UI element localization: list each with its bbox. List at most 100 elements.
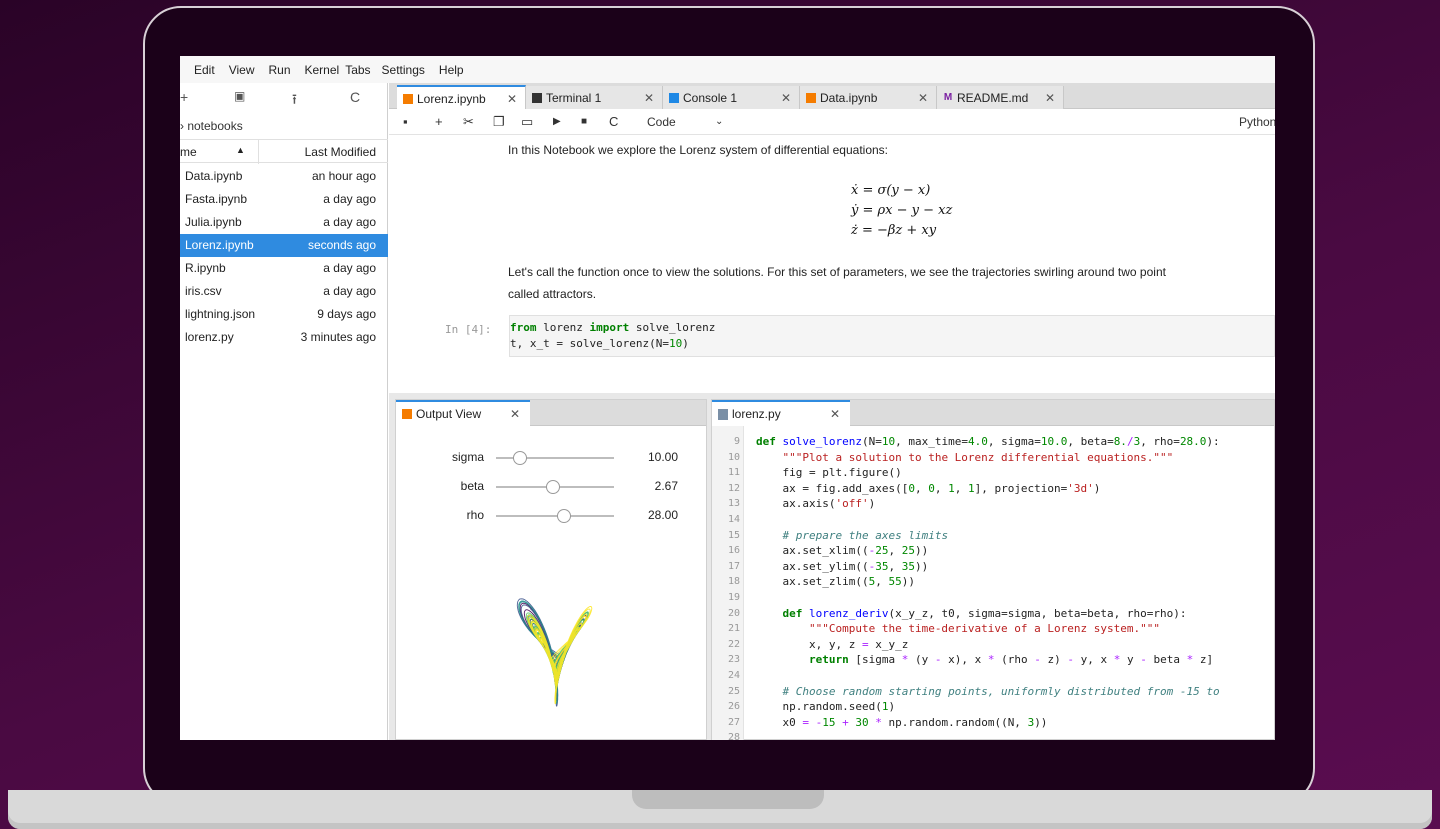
code-token: )) (914, 544, 929, 558)
slider-label: beta (460, 479, 484, 493)
code-token: x_y_z (868, 637, 909, 651)
tab-terminal[interactable]: Terminal 1 ✕ (526, 86, 663, 109)
file-row[interactable]: Fasta.ipynb a day ago (180, 188, 388, 211)
code-line: ax.set_xlim((-25, 25)) (756, 544, 928, 557)
menu-tabs[interactable]: Tabs (345, 63, 370, 77)
code-token: , (888, 559, 902, 573)
line-number: 25 (727, 685, 740, 697)
slider-sigma[interactable]: sigma 10.00 (396, 446, 708, 470)
save-icon[interactable]: ▪ (403, 114, 408, 129)
slider-handle[interactable] (512, 451, 527, 465)
file-modified: a day ago (323, 284, 376, 298)
code-line: ax = fig.add_axes([0, 0, 1, 1], projecti… (756, 482, 1100, 495)
file-row[interactable]: R.ipynb a day ago (180, 257, 388, 280)
close-icon[interactable]: ✕ (1045, 91, 1055, 105)
column-name-header[interactable]: me (180, 145, 197, 159)
restart-icon[interactable]: C (609, 114, 618, 129)
refresh-icon[interactable]: C (350, 89, 360, 105)
code-token: , (914, 481, 929, 495)
code-line: return [sigma * (y - x), x * (rho - z) -… (756, 653, 1213, 666)
menu-edit[interactable]: Edit (194, 63, 215, 77)
line-number: 17 (727, 560, 740, 572)
tab-lorenz-notebook[interactable]: Lorenz.ipynb ✕ (397, 85, 526, 110)
line-number: 23 (727, 654, 740, 666)
code-token: , max_time= (895, 435, 968, 448)
code-token: ) (682, 337, 689, 350)
chevron-down-icon[interactable]: ⌄ (715, 116, 723, 127)
paste-icon[interactable]: ▭ (521, 114, 533, 130)
column-modified-header[interactable]: Last Modified (305, 145, 376, 159)
slider-handle[interactable] (545, 480, 560, 494)
jupyterlab-screen: Edit View Run Kernel Tabs Settings Help … (180, 56, 1275, 740)
code-line: # Choose random starting points, uniform… (756, 685, 1220, 698)
insert-cell-icon[interactable]: + (435, 114, 443, 129)
code-cell[interactable]: from lorenz import solve_lorenz t, x_t = … (509, 315, 1275, 357)
sort-ascending-icon[interactable]: ▲ (236, 145, 245, 155)
cut-icon[interactable]: ✂ (463, 114, 474, 130)
close-icon[interactable]: ✕ (507, 92, 517, 106)
tab-data-notebook[interactable]: Data.ipynb ✕ (800, 86, 937, 109)
notebook-icon (806, 92, 816, 103)
menu-run[interactable]: Run (268, 63, 290, 77)
markdown-text-line2: called attractors. (508, 287, 597, 301)
code-token: x), x (941, 653, 988, 667)
close-icon[interactable]: ✕ (510, 407, 520, 421)
menu-kernel[interactable]: Kernel (305, 63, 340, 77)
file-name: Fasta.ipynb (185, 192, 248, 206)
markdown-intro: In this Notebook we explore the Lorenz s… (508, 143, 888, 157)
slider-rho[interactable]: rho 28.00 (396, 504, 708, 528)
line-number: 24 (727, 670, 740, 681)
slider-handle[interactable] (557, 509, 572, 523)
new-folder-icon[interactable]: ▣ (234, 89, 245, 103)
menu-help[interactable]: Help (439, 63, 464, 77)
tab-label: Lorenz.ipynb (417, 91, 486, 106)
close-icon[interactable]: ✕ (918, 91, 928, 105)
code-line: # prepare the axes limits (756, 529, 949, 542)
notebook-icon (402, 409, 412, 419)
code-token: , sigma= (987, 435, 1041, 448)
menu-settings[interactable]: Settings (382, 63, 425, 77)
tab-readme[interactable]: M README.md ✕ (937, 86, 1064, 109)
kernel-name[interactable]: Python (1239, 115, 1275, 129)
code-token: solve_lorenz (629, 321, 716, 334)
markdown-text-line1: Let's call the function once to view the… (508, 265, 1166, 279)
file-row[interactable]: Data.ipynb an hour ago (180, 165, 388, 188)
stop-icon[interactable]: ■ (581, 116, 587, 127)
cell-type-select[interactable]: Code (647, 115, 676, 129)
slider-value: 28.00 (647, 508, 678, 522)
code-token: + (842, 715, 849, 729)
code-token: from (510, 321, 537, 334)
code-token: '3d' (1067, 481, 1094, 495)
code-token: 35 (901, 559, 915, 573)
code-token: = (802, 715, 809, 729)
slider-track[interactable] (496, 515, 614, 517)
file-row[interactable]: Lorenz.ipynb seconds ago (180, 234, 388, 257)
file-row[interactable]: iris.csv a day ago (180, 280, 388, 303)
file-row[interactable]: Julia.ipynb a day ago (180, 211, 388, 234)
file-icon (718, 408, 728, 420)
code-token: )) (1034, 715, 1048, 729)
new-launcher-icon[interactable]: + (180, 89, 188, 105)
code-line: """Plot a solution to the Lorenz differe… (756, 451, 1174, 464)
editor-tab-bar: lorenz.py ✕ (712, 400, 1274, 426)
file-row[interactable]: lightning.json 9 days ago (180, 303, 388, 326)
code-token: lorenz (536, 321, 590, 334)
tab-output-view[interactable]: Output View ✕ (396, 400, 530, 426)
line-number: 18 (727, 576, 740, 588)
breadcrumb[interactable]: › notebooks (180, 119, 243, 133)
upload-icon[interactable]: ⭱ (292, 89, 297, 113)
close-icon[interactable]: ✕ (781, 91, 791, 105)
file-row[interactable]: lorenz.py 3 minutes ago (180, 326, 388, 349)
tab-console[interactable]: Console 1 ✕ (663, 86, 800, 109)
run-icon[interactable]: ▶ (553, 116, 561, 127)
code-token: , (954, 481, 968, 495)
copy-icon[interactable]: ❐ (493, 114, 505, 130)
slider-beta[interactable]: beta 2.67 (396, 475, 708, 499)
menu-view[interactable]: View (229, 63, 255, 77)
notebook-icon (403, 93, 413, 104)
close-icon[interactable]: ✕ (830, 407, 840, 421)
code-cell-source: from lorenz import solve_lorenz t, x_t = … (510, 320, 715, 352)
tab-lorenz-py[interactable]: lorenz.py ✕ (712, 400, 850, 426)
file-browser-toolbar: + ▣ ⭱ C (180, 83, 388, 113)
close-icon[interactable]: ✕ (644, 91, 654, 105)
